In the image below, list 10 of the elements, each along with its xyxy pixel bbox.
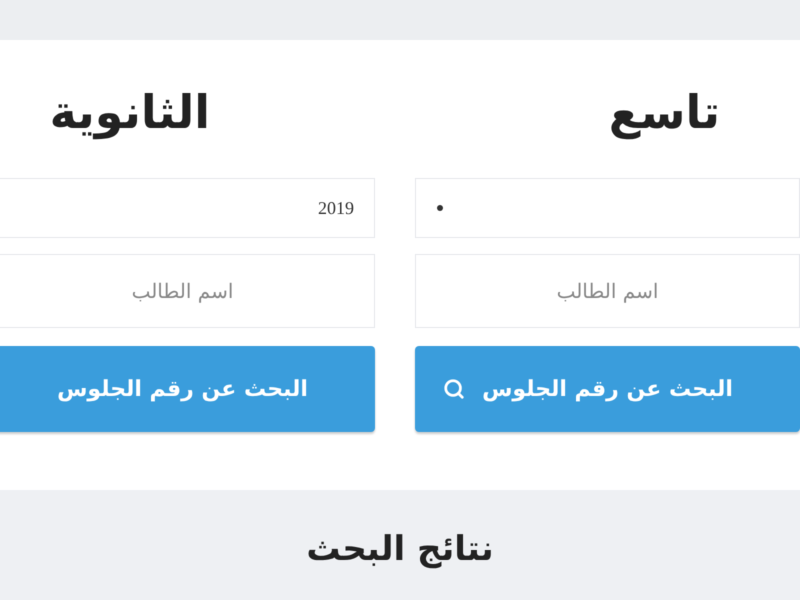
form-title: تاسع	[608, 84, 721, 142]
results-heading: نتائج البحث	[306, 528, 494, 571]
search-button[interactable]: البحث عن رقم الجلوس	[0, 346, 375, 432]
form-title: الثانوية	[50, 84, 211, 142]
year-select[interactable]	[415, 178, 800, 238]
search-icon	[443, 378, 465, 400]
year-select[interactable]: 2019	[0, 178, 375, 238]
name-field[interactable]: اسم الطالب	[0, 254, 375, 328]
search-button[interactable]: البحث عن رقم الجلوس	[415, 346, 800, 432]
name-field[interactable]: اسم الطالب	[415, 254, 800, 328]
